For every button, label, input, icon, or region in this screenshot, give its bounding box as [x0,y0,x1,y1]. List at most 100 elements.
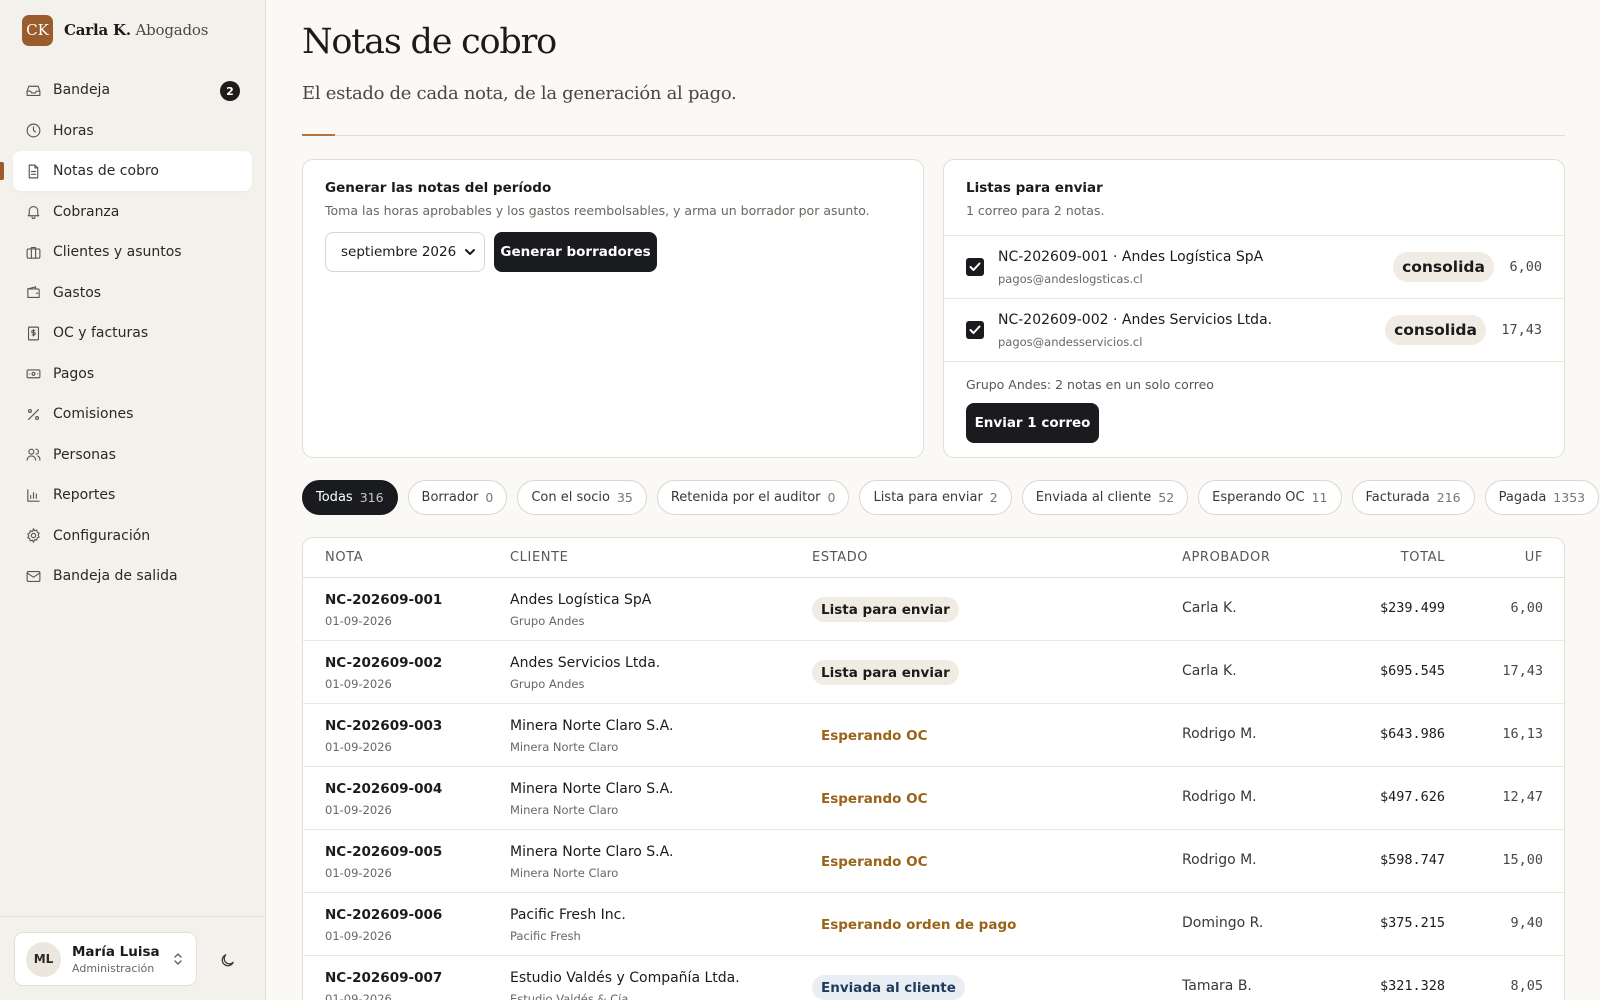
sidebar-item-pagos[interactable]: Pagos [13,354,252,394]
sidebar-item-oc-y-facturas[interactable]: OC y facturas [13,313,252,353]
status-badge: Esperando OC [821,853,928,870]
table-row[interactable]: NC-202609-007 01-09-2026 Estudio Valdés y … [303,956,1564,1000]
filter-chip[interactable]: Borrador 0 [407,480,508,515]
send-list-item[interactable]: NC-202609-002 · Andes Servicios Ltda. pag… [944,299,1564,362]
client-group: Pacific Fresh [510,929,581,943]
note-id[interactable]: NC-202609-004 [325,781,442,797]
send-item-checkbox[interactable] [966,321,984,339]
client-group: Grupo Andes [510,677,585,691]
approver: Rodrigo M. [1182,852,1257,868]
wallet-icon [25,284,42,301]
note-id[interactable]: NC-202609-001 [325,592,442,608]
header-estado[interactable]: ESTADO [812,550,868,565]
filter-chip[interactable]: Enviada al cliente 52 [1021,480,1189,515]
generate-drafts-button[interactable]: Generar borradores [494,232,657,272]
filter-chip-label: Todas [316,490,353,505]
status-badge: Esperando OC [821,790,928,807]
note-id[interactable]: NC-202609-006 [325,907,442,923]
filter-chip[interactable]: Con el socio 35 [517,480,647,515]
filter-chip[interactable]: Retenida por el auditor 0 [656,480,850,515]
filter-chip-label: Pagada [1498,490,1547,505]
table-row[interactable]: NC-202609-006 01-09-2026 Pacific Fresh Inc… [303,893,1564,956]
filter-chip[interactable]: Pagada 1353 [1484,480,1600,515]
header-uf[interactable]: UF [1525,550,1543,565]
table-row[interactable]: NC-202609-001 01-09-2026 Andes Logística S… [303,578,1564,641]
filter-chip[interactable]: Facturada 216 [1351,480,1475,515]
document-icon [25,163,42,180]
send-email-button[interactable]: Enviar 1 correo [966,403,1099,443]
send-list-item[interactable]: NC-202609-001 · Andes Logística SpA pagos… [944,236,1564,299]
period-select[interactable]: septiembre 2026 [325,232,485,272]
gear-icon [25,527,42,544]
send-item-uf: 6,00 [1509,259,1542,275]
header-aprobador[interactable]: APROBADOR [1182,550,1271,565]
note-date: 01-09-2026 [325,614,392,628]
sidebar-item-personas[interactable]: Personas [13,435,252,475]
note-date: 01-09-2026 [325,677,392,691]
filter-chip[interactable]: Lista para enviar 2 [859,480,1012,515]
divider-accent [302,134,335,136]
filter-chip-count: 52 [1158,490,1175,505]
consolidate-tag: consolida [1385,315,1486,345]
filter-chip[interactable]: Esperando OC 11 [1198,480,1342,515]
brand[interactable]: CK Carla K. Abogados [22,14,209,46]
header-nota[interactable]: NOTA [325,550,363,565]
filter-chip-label: Retenida por el auditor [670,490,821,505]
sidebar-item-configuracion[interactable]: Configuración [13,516,252,556]
note-uf: 12,47 [1502,789,1543,805]
sidebar-item-clientes-y-asuntos[interactable]: Clientes y asuntos [13,232,252,272]
filter-chip-count: 2 [989,490,998,505]
table-row[interactable]: NC-202609-005 01-09-2026 Minera Norte Clar… [303,830,1564,893]
banknote-icon [25,365,42,382]
invoice-icon [25,325,42,342]
note-total: $239.499 [1379,600,1445,616]
client-group: Grupo Andes [510,614,585,628]
header-total[interactable]: TOTAL [1401,550,1445,565]
sidebar-item-label: Notas de cobro [53,163,159,179]
user-switcher[interactable]: ML María Luisa Administración [14,932,197,986]
theme-toggle-moon-icon[interactable] [216,949,238,971]
status-badge: Lista para enviar [812,660,959,685]
sidebar-item-cobranza[interactable]: Cobranza [13,192,252,232]
sidebar-item-reportes[interactable]: Reportes [13,475,252,515]
approver: Domingo R. [1182,915,1264,931]
status-filters: Todas 316 Borrador 0 Con el socio 35 Retenida … [302,480,1600,515]
percent-icon [25,406,42,423]
table-row[interactable]: NC-202609-002 01-09-2026 Andes Servicios L… [303,641,1564,704]
sidebar-item-bandeja[interactable]: Bandeja 2 [13,70,252,110]
sidebar-item-label: Bandeja [53,82,111,98]
client-group: Estudio Valdés & Cía. [510,992,633,1000]
note-id[interactable]: NC-202609-002 [325,655,442,671]
note-id[interactable]: NC-202609-005 [325,844,442,860]
status-badge: Esperando OC [821,727,928,744]
sidebar-item-label: Clientes y asuntos [53,244,182,260]
briefcase-icon [25,244,42,261]
table-row[interactable]: NC-202609-004 01-09-2026 Minera Norte Clar… [303,767,1564,830]
table-row[interactable]: NC-202609-003 01-09-2026 Minera Norte Clar… [303,704,1564,767]
approver: Carla K. [1182,600,1237,616]
sidebar-item-bandeja-de-salida[interactable]: Bandeja de salida [13,556,252,596]
filter-chip-count: 216 [1436,490,1461,505]
ready-to-send-card: Listas para enviar 1 correo para 2 notas… [943,159,1565,458]
brand-name: Carla K. Abogados [64,21,209,39]
client-name: Andes Servicios Ltda. [510,655,661,671]
filter-chip[interactable]: Todas 316 [302,480,398,515]
sidebar-item-comisiones[interactable]: Comisiones [13,394,252,434]
client-name: Minera Norte Claro S.A. [510,781,674,797]
note-id[interactable]: NC-202609-003 [325,718,442,734]
header-cliente[interactable]: CLIENTE [510,550,568,565]
send-item-checkbox[interactable] [966,258,984,276]
status-badge: Esperando orden de pago [821,916,1017,933]
filter-chip-count: 1353 [1553,490,1586,505]
sidebar-item-notas-de-cobro[interactable]: Notas de cobro [0,151,252,191]
sidebar-item-horas[interactable]: Horas [13,111,252,151]
note-total: $321.328 [1379,978,1445,994]
notes-table: NOTA CLIENTE ESTADO APROBADOR TOTAL UF N… [302,537,1565,1000]
client-group: Minera Norte Claro [510,803,619,817]
sidebar-item-label: Personas [53,446,116,463]
note-total: $375.215 [1379,915,1445,931]
sidebar-item-gastos[interactable]: Gastos [13,273,252,313]
send-item-label: NC-202609-002 · Andes Servicios Ltda. [998,312,1273,328]
filter-chip-label: Facturada [1365,490,1430,505]
note-id[interactable]: NC-202609-007 [325,970,442,986]
